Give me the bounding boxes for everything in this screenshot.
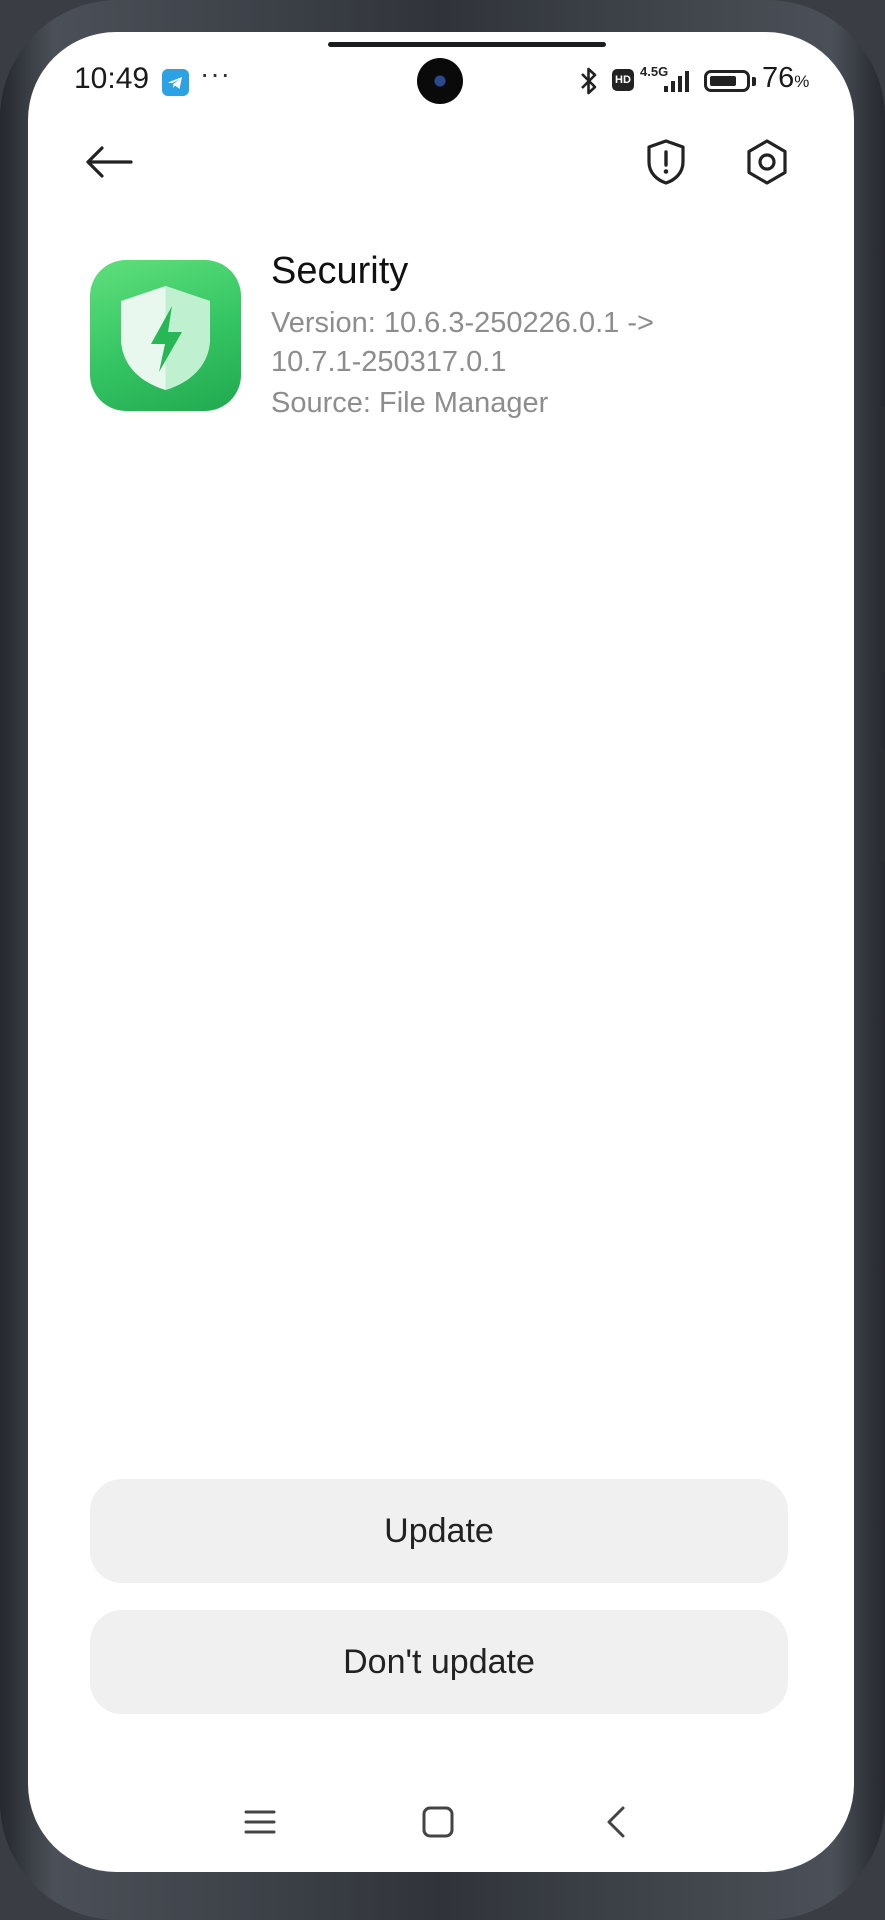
battery-cap bbox=[752, 77, 756, 86]
status-time: 10:49 bbox=[74, 62, 150, 95]
status-bar: 10:49 ··· HD 4.5G 76% bbox=[28, 32, 854, 132]
battery-fill bbox=[710, 76, 736, 86]
battery-percent: 76% bbox=[762, 62, 810, 94]
bluetooth-icon bbox=[578, 66, 600, 101]
security-check-button[interactable] bbox=[631, 127, 701, 197]
install-source: Source: File Manager bbox=[271, 387, 549, 419]
phone-frame: 10:49 ··· HD 4.5G 76% Security Version: … bbox=[0, 0, 885, 1920]
shield-alert-icon bbox=[647, 139, 685, 185]
app-name: Security bbox=[271, 250, 409, 292]
volume-button bbox=[878, 405, 885, 673]
version-to: 10.7.1-250317.0.1 bbox=[271, 346, 507, 378]
nav-back-button[interactable] bbox=[586, 1792, 646, 1852]
arrow-left-icon bbox=[86, 146, 133, 178]
back-button[interactable] bbox=[74, 127, 144, 197]
version-from: Version: 10.6.3-250226.0.1 -> bbox=[271, 307, 654, 339]
nav-home-button[interactable] bbox=[408, 1792, 468, 1852]
more-notifications-icon: ··· bbox=[200, 58, 231, 89]
app-icon bbox=[90, 260, 241, 411]
signal-icon bbox=[664, 70, 696, 97]
hd-badge: HD bbox=[612, 69, 634, 91]
front-camera bbox=[417, 58, 463, 104]
battery-icon bbox=[704, 70, 750, 92]
menu-icon bbox=[244, 1810, 276, 1834]
settings-button[interactable] bbox=[732, 127, 802, 197]
telegram-icon bbox=[162, 69, 189, 96]
dont-update-button[interactable]: Don't update bbox=[90, 1610, 788, 1714]
chevron-left-icon bbox=[607, 1806, 625, 1838]
power-button bbox=[878, 748, 885, 863]
shield-bolt-icon bbox=[121, 286, 210, 390]
screen: 10:49 ··· HD 4.5G 76% Security Version: … bbox=[28, 32, 854, 1872]
square-icon bbox=[422, 1806, 454, 1838]
update-button[interactable]: Update bbox=[90, 1479, 788, 1583]
hexagon-gear-icon bbox=[747, 139, 787, 185]
nav-menu-button[interactable] bbox=[230, 1792, 290, 1852]
